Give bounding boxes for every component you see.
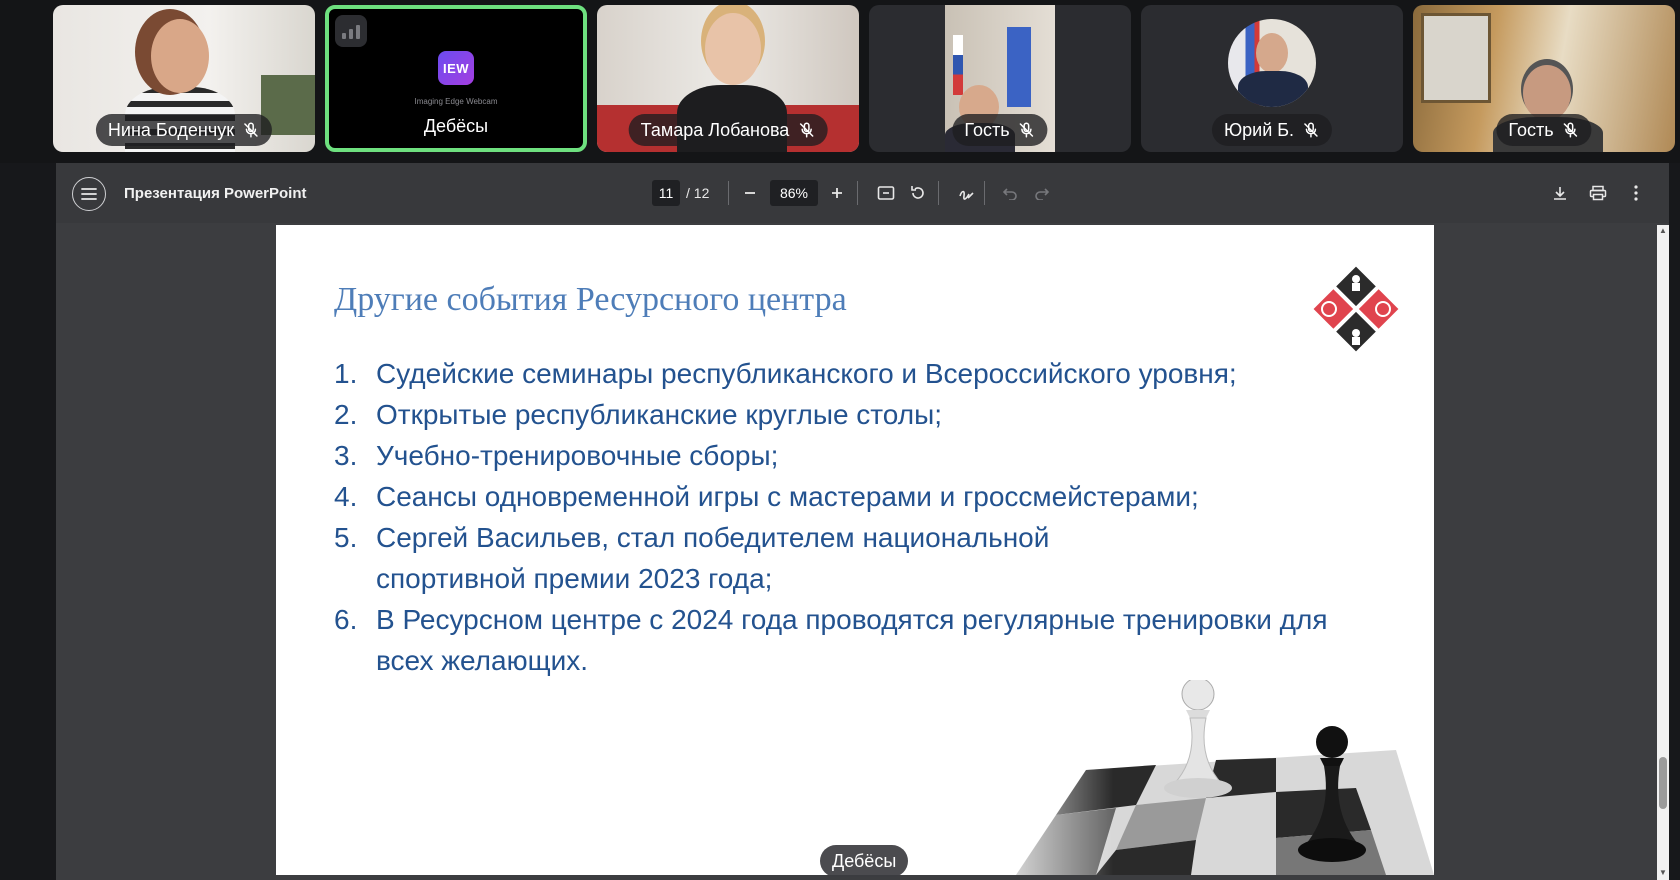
list-item: 3. Учебно-тренировочные сборы; — [334, 440, 779, 471]
participant-video — [705, 13, 761, 85]
participant-nameplate: Юрий Б. — [1211, 114, 1333, 146]
participant-tile[interactable]: Гость — [869, 5, 1131, 152]
fit-page-button[interactable] — [872, 179, 900, 207]
mic-off-icon — [1019, 122, 1034, 138]
zoom-in-button[interactable] — [823, 179, 851, 207]
download-button[interactable] — [1546, 179, 1574, 207]
list-item: 6. В Ресурсном центре с 2024 года проводя… — [334, 604, 1328, 676]
zoom-level-input[interactable]: 86% — [770, 180, 818, 206]
rotate-icon — [911, 186, 924, 199]
toolbar-divider — [938, 181, 939, 205]
webcam-app-caption: Imaging Edge Webcam — [414, 97, 498, 106]
list-item: 4. Сеансы одновременной игры с мастерами … — [334, 481, 1199, 512]
redo-icon — [1035, 188, 1050, 200]
undo-button[interactable] — [996, 179, 1024, 207]
more-options-button[interactable] — [1622, 179, 1650, 207]
participant-video — [151, 19, 209, 93]
participant-nameplate: Гость — [1496, 114, 1592, 146]
toolbar-divider — [984, 181, 985, 205]
chessboard-illustration — [976, 680, 1434, 875]
scroll-down-icon[interactable]: ▼ — [1659, 869, 1667, 877]
undo-icon — [1002, 188, 1017, 200]
vertical-scrollbar[interactable]: ▲ ▼ — [1657, 225, 1669, 880]
chess-club-logo — [1313, 266, 1399, 352]
active-speaker-label: Дебёсы — [820, 845, 909, 877]
menu-icon — [81, 188, 97, 200]
mic-off-icon — [1563, 122, 1578, 138]
print-icon — [1589, 185, 1607, 201]
slide-list: 1. Судейские семинары республиканского и … — [334, 353, 1374, 681]
rotate-button[interactable] — [904, 179, 932, 207]
scroll-up-icon[interactable]: ▲ — [1659, 227, 1667, 235]
participant-strip: Нина Боденчук IEW Imaging Edge Webcam Де… — [0, 0, 1680, 163]
redo-button[interactable] — [1028, 179, 1056, 207]
wall-frame-decor — [1421, 13, 1491, 103]
document-title: Презентация PowerPoint — [124, 185, 307, 202]
participant-tile[interactable]: Нина Боденчук — [53, 5, 315, 152]
participant-avatar — [1228, 19, 1316, 107]
page-total: / 12 — [686, 185, 710, 201]
plus-icon — [832, 188, 842, 198]
mic-off-icon — [244, 122, 258, 138]
participant-nameplate: Дебёсы — [423, 115, 489, 136]
participant-tile[interactable]: Гость — [1413, 5, 1675, 152]
download-icon — [1554, 187, 1566, 200]
zoom-out-button[interactable] — [736, 179, 764, 207]
toolbar-divider — [857, 181, 858, 205]
more-vert-icon — [1634, 185, 1638, 201]
annotate-button[interactable] — [952, 179, 980, 207]
menu-button[interactable] — [72, 177, 106, 211]
print-button[interactable] — [1584, 179, 1612, 207]
list-item: 1. Судейские семинары республиканского и … — [334, 358, 1237, 389]
minus-icon — [745, 192, 755, 194]
participant-nameplate: Гость — [952, 114, 1048, 146]
pdf-toolbar: Презентация PowerPoint 11 / 12 86% — [56, 163, 1669, 223]
fit-page-icon — [877, 186, 895, 200]
participant-nameplate: Тамара Лобанова — [628, 114, 828, 146]
pdf-viewer: Презентация PowerPoint 11 / 12 86% Други… — [56, 163, 1669, 880]
participant-tile[interactable]: Тамара Лобанова — [597, 5, 859, 152]
participant-tile[interactable]: Юрий Б. — [1141, 5, 1403, 152]
signal-icon — [335, 15, 367, 47]
list-item: 5. Сергей Васильев, стал победителем наци… — [334, 522, 1050, 594]
webcam-app-logo: IEW — [438, 51, 474, 85]
pdf-page: Другие события Ресурсного центра 1. Судей… — [276, 225, 1434, 875]
participant-video — [1523, 65, 1571, 121]
scrollbar-thumb[interactable] — [1659, 757, 1667, 809]
participant-nameplate: Нина Боденчук — [95, 114, 273, 146]
toolbar-divider — [728, 181, 729, 205]
mic-off-icon — [1304, 122, 1318, 138]
slide-title: Другие события Ресурсного центра — [334, 281, 847, 318]
mic-off-icon — [799, 122, 814, 138]
list-item: 2. Открытые республиканские круглые столы… — [334, 399, 943, 430]
draw-icon — [959, 190, 974, 200]
participant-tile-active[interactable]: IEW Imaging Edge Webcam Дебёсы — [325, 5, 587, 152]
page-number-input[interactable]: 11 — [652, 180, 680, 206]
